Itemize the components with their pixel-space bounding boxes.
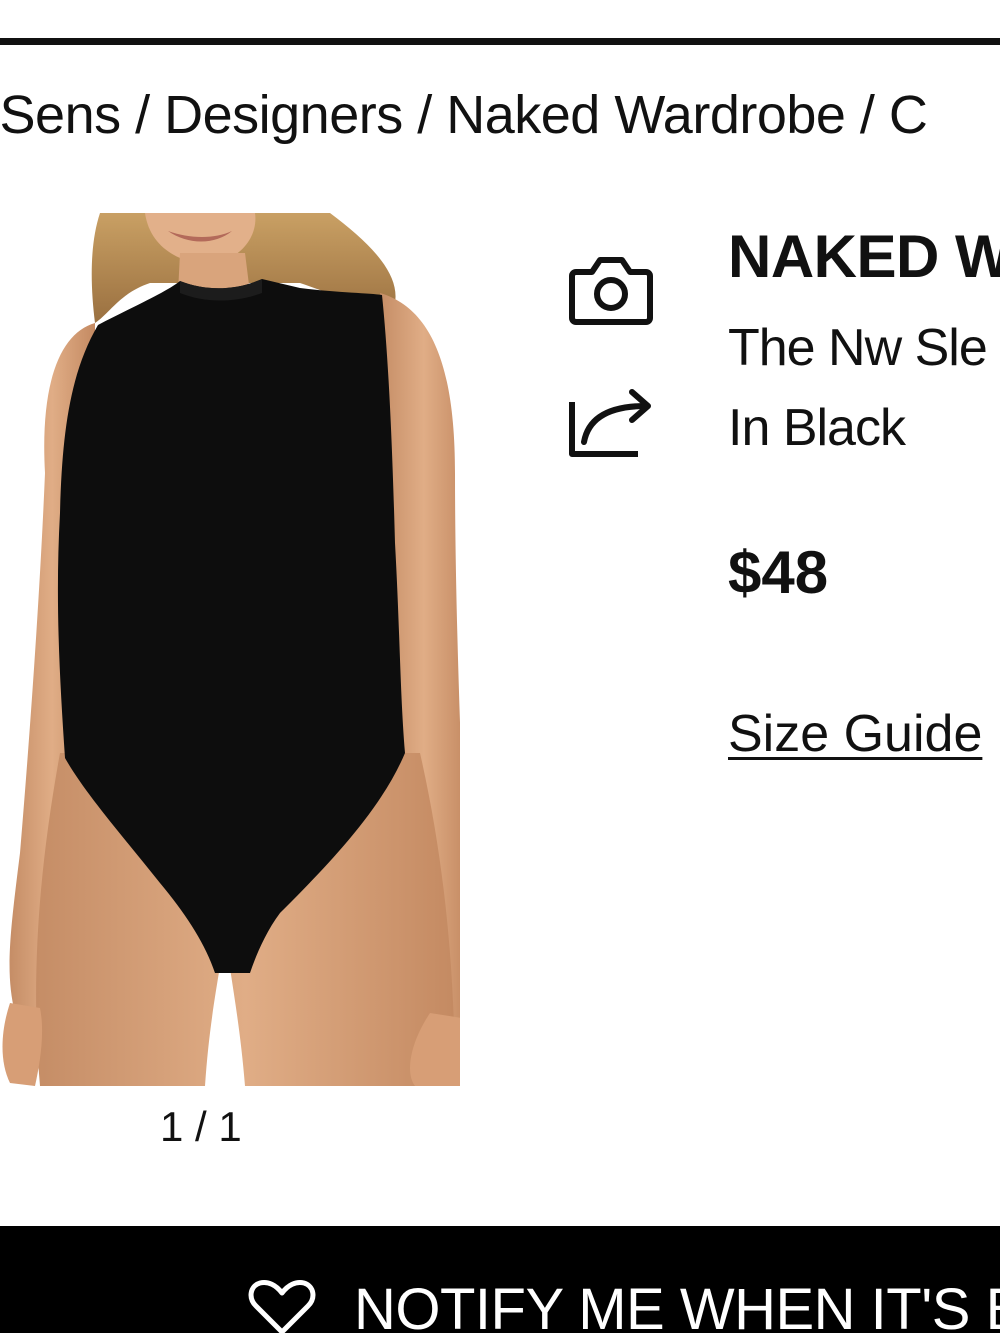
notify-me-button[interactable]: NOTIFY ME WHEN IT'S BA — [0, 1226, 1000, 1333]
breadcrumb[interactable]: eSens / Designers / Naked Wardrobe / C — [0, 82, 928, 148]
product-name: The Nw Sle — [728, 319, 988, 377]
share-icon[interactable] — [566, 384, 656, 474]
header-divider — [0, 38, 1000, 45]
image-counter: 1 / 1 — [160, 1103, 242, 1150]
product-photo-illustration — [0, 213, 460, 1086]
size-guide-link[interactable]: Size Guide — [728, 704, 982, 764]
camera-icon[interactable] — [566, 250, 656, 340]
product-brand[interactable]: NAKED W — [728, 222, 1000, 291]
product-price: $48 — [728, 539, 829, 606]
heart-icon — [248, 1280, 316, 1333]
notify-label: NOTIFY ME WHEN IT'S BA — [354, 1277, 1000, 1333]
product-color: In Black — [728, 399, 906, 457]
product-image[interactable] — [0, 213, 460, 1086]
